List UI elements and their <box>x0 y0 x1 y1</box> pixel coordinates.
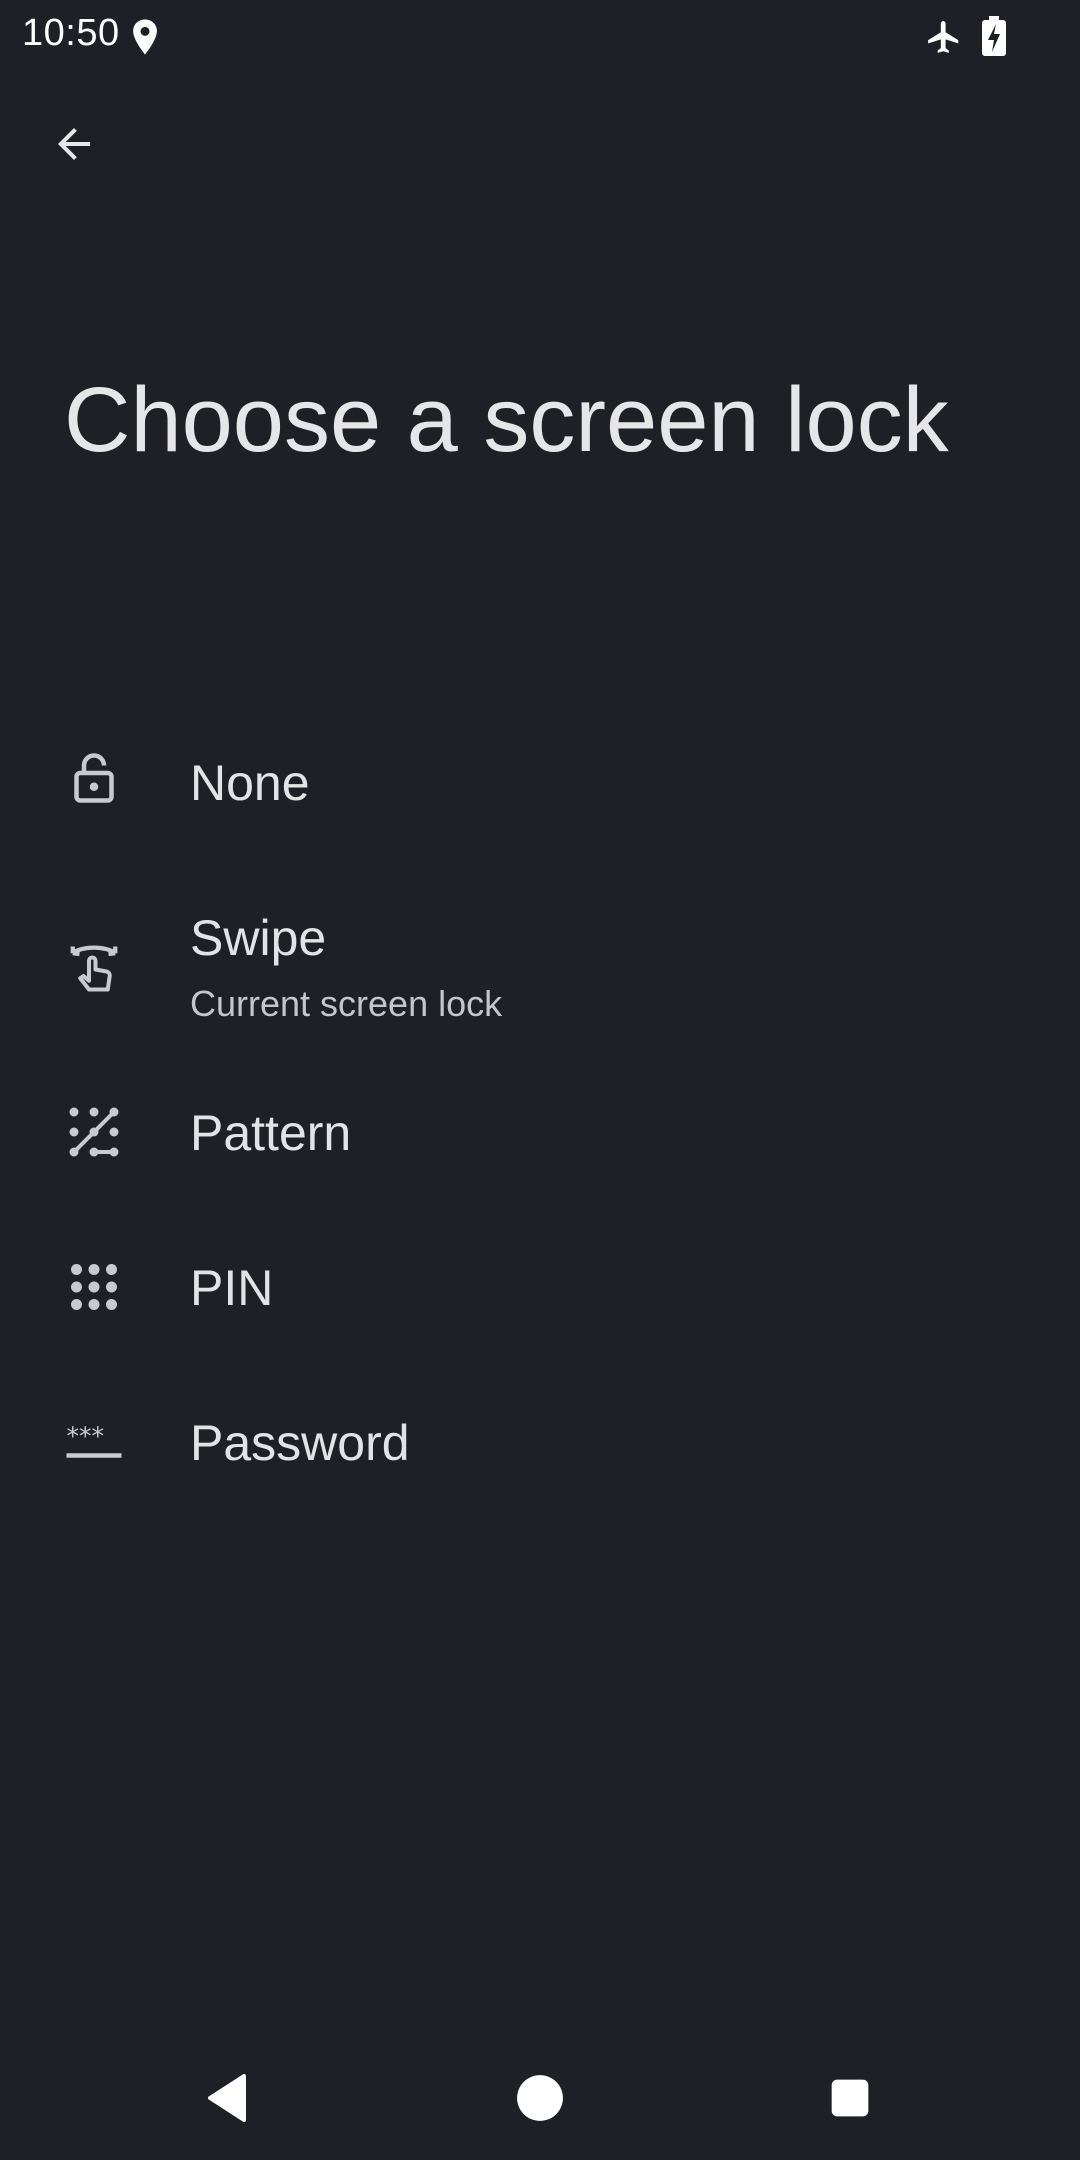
arrow-back-icon <box>50 120 98 173</box>
lock-open-icon <box>64 748 124 808</box>
option-label: Swipe <box>190 910 327 966</box>
swipe-icon <box>64 937 124 997</box>
option-pin[interactable]: PIN <box>0 1235 1080 1390</box>
nav-recents-button[interactable] <box>820 2070 880 2130</box>
status-bar: 10:50 <box>0 0 1080 72</box>
screen-lock-options-list: None Swipe Current screen lock Pattern P… <box>0 720 1080 1545</box>
airplane-mode-icon <box>925 18 963 56</box>
navigation-bar <box>0 2040 1080 2160</box>
option-swipe[interactable]: Swipe Current screen lock <box>0 875 1080 1080</box>
pattern-icon <box>64 1102 124 1162</box>
recents-square-icon <box>828 2076 872 2125</box>
option-none[interactable]: None <box>0 720 1080 875</box>
pin-dots-icon <box>64 1257 124 1317</box>
battery-charging-icon <box>980 16 1008 56</box>
option-pattern[interactable]: Pattern <box>0 1080 1080 1235</box>
option-label: PIN <box>190 1260 274 1316</box>
password-icon: *** <box>64 1412 124 1472</box>
option-label: None <box>190 755 310 811</box>
location-icon <box>130 18 160 56</box>
page-title: Choose a screen lock <box>64 369 949 471</box>
nav-home-button[interactable] <box>510 2070 570 2130</box>
back-triangle-icon <box>204 2072 252 2129</box>
back-button[interactable] <box>40 112 108 180</box>
option-subtitle: Current screen lock <box>190 983 503 1024</box>
option-password[interactable]: *** Password <box>0 1390 1080 1545</box>
status-time: 10:50 <box>22 12 120 54</box>
option-label: Pattern <box>190 1105 352 1161</box>
option-label: Password <box>190 1415 410 1471</box>
home-circle-icon <box>515 2073 565 2128</box>
svg-text:***: *** <box>67 1422 105 1451</box>
nav-back-button[interactable] <box>198 2070 258 2130</box>
